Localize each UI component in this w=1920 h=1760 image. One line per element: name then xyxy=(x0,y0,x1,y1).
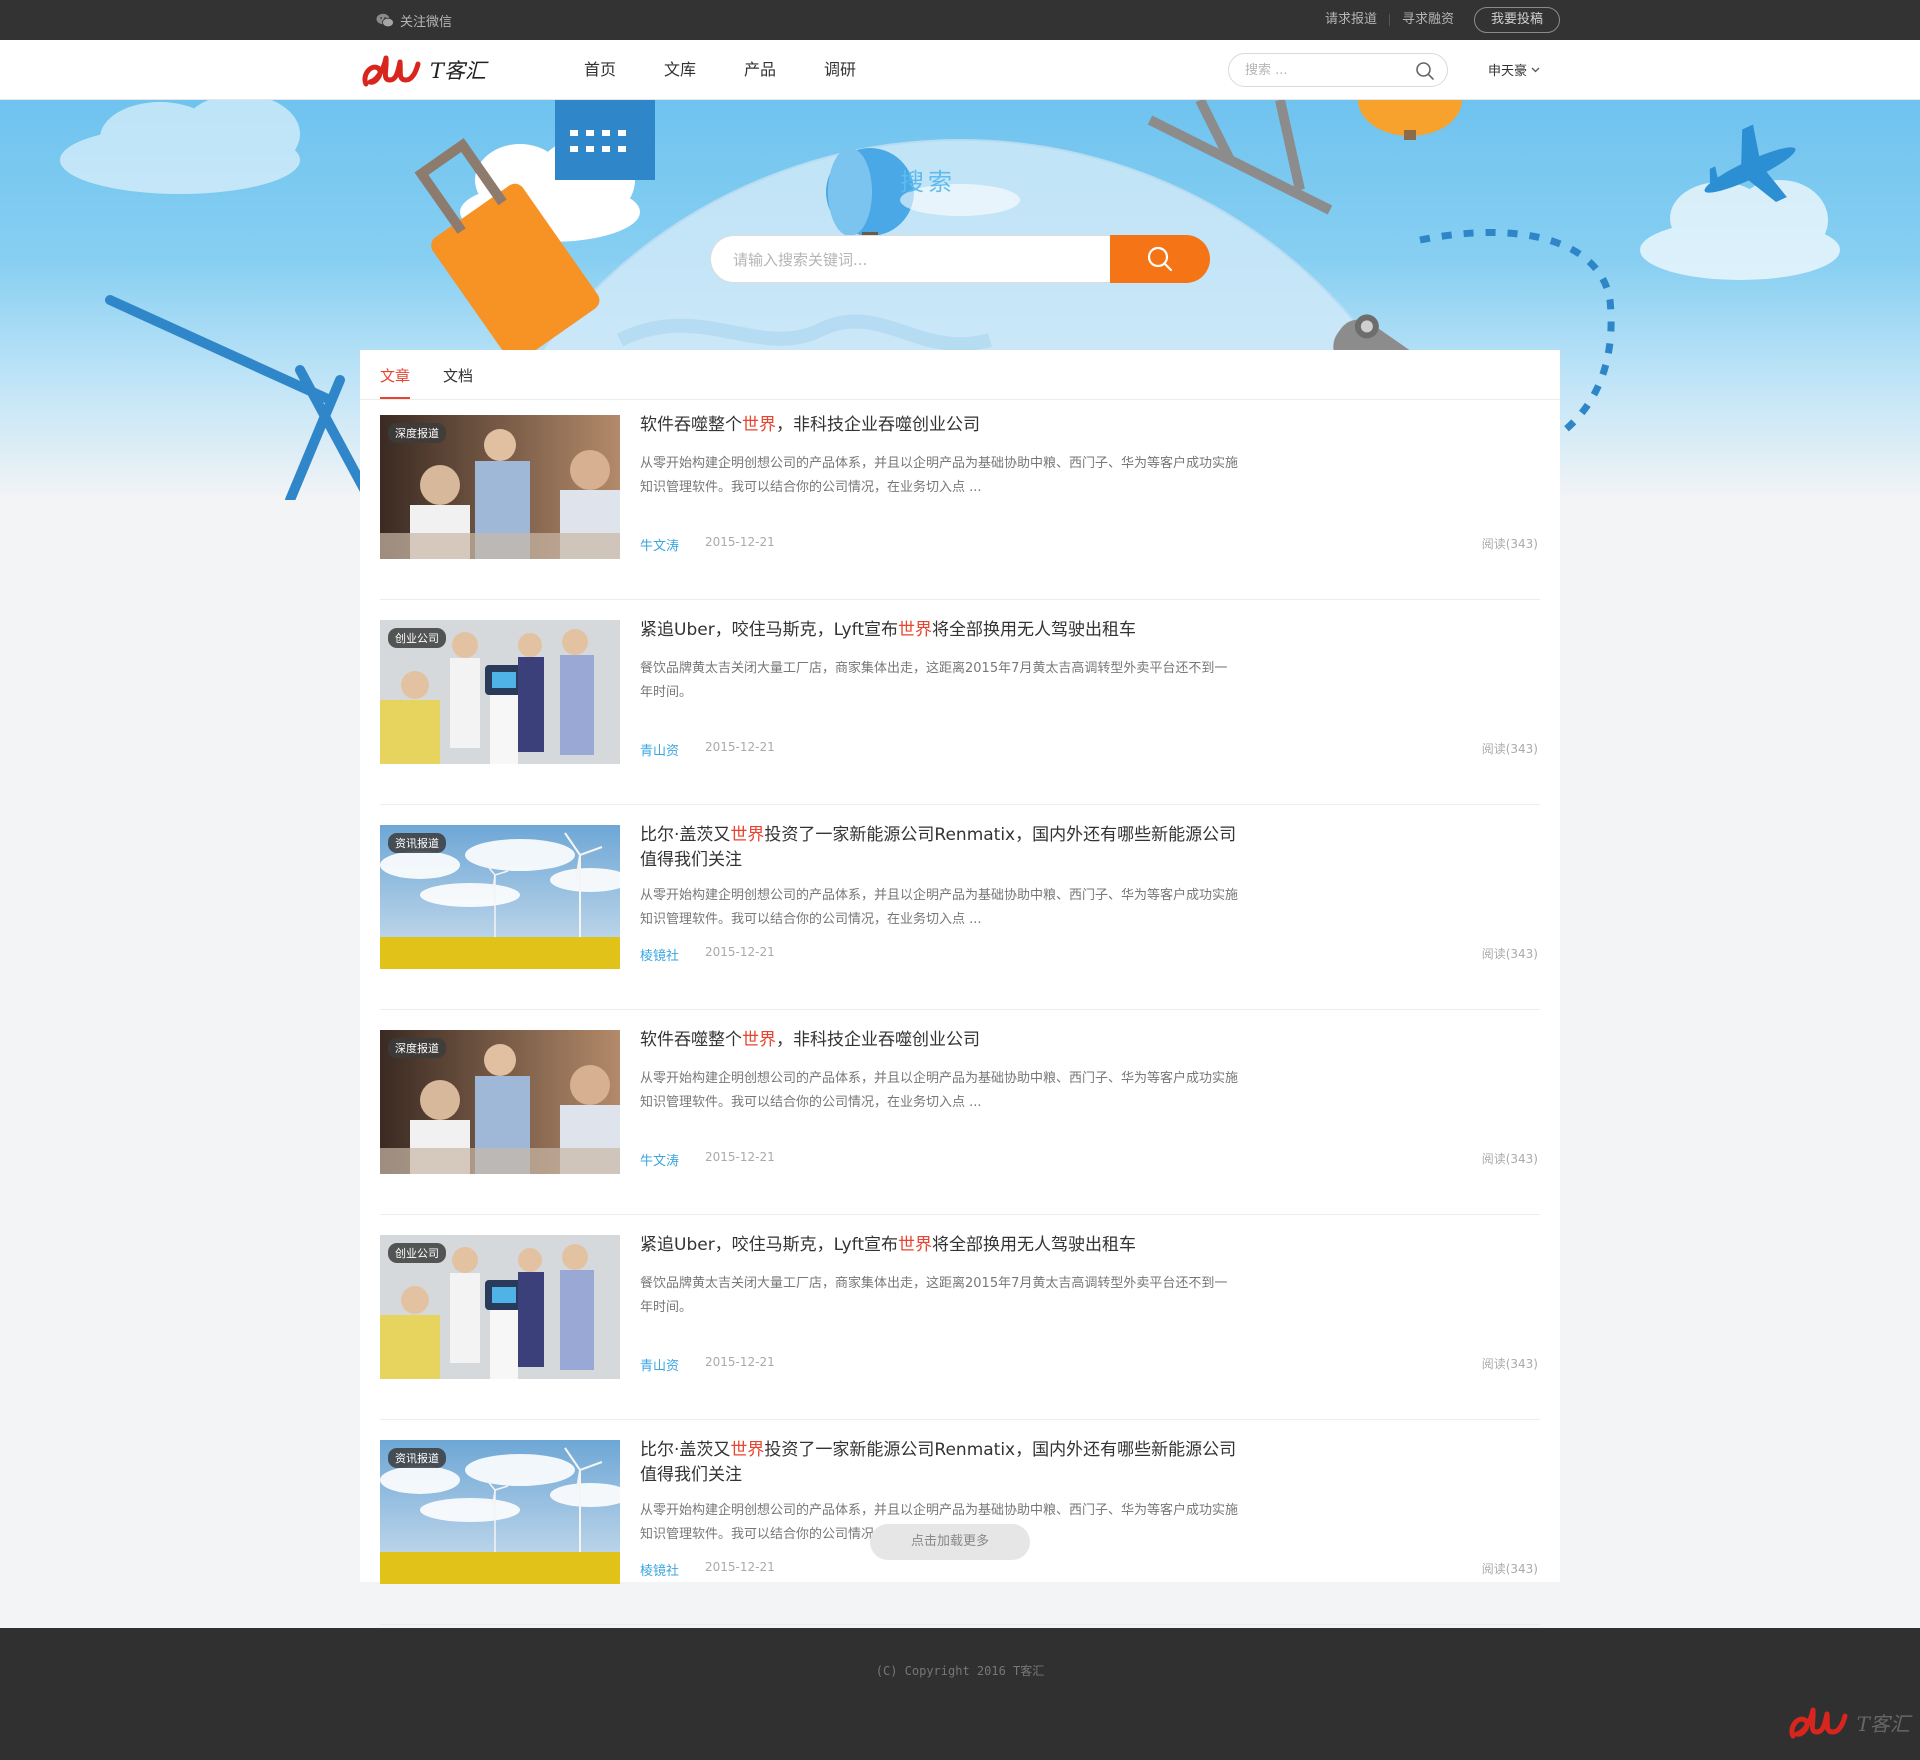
hero-search xyxy=(710,235,1210,283)
category-badge: 深度报道 xyxy=(388,423,446,443)
article-list: 深度报道 软件吞噬整个世界，非科技企业吞噬创业公司 从零开始构建企明创想公司的产… xyxy=(380,415,1540,1625)
hero-search-button[interactable] xyxy=(1110,235,1210,283)
article-summary: 餐饮品牌黄太吉关闭大量工厂店，商家集体出走，这距离2015年7月黄太吉高调转型外… xyxy=(640,661,1228,700)
article-title[interactable]: 比尔·盖茨又世界投资了一家新能源公司Renmatix，国内外还有哪些新能源公司值… xyxy=(640,1438,1240,1488)
logo-mark-icon xyxy=(362,55,421,87)
keyword-highlight: 世界 xyxy=(898,1235,933,1255)
category-badge: 资讯报道 xyxy=(388,833,446,853)
main-nav: T客汇 首页 文库 产品 调研 申天豪 xyxy=(0,40,1920,100)
keyword-highlight: 世界 xyxy=(742,1030,776,1050)
hero-title: 搜索 xyxy=(900,168,956,196)
footer: (C) Copyright 2016 T客汇 T客汇 xyxy=(0,1628,1920,1760)
site-logo[interactable]: T客汇 xyxy=(360,50,486,90)
seek-funding-link[interactable]: 寻求融资 xyxy=(1390,7,1466,33)
load-more-button[interactable]: 点击加载更多 xyxy=(870,1524,1030,1560)
nav-item-home[interactable]: 首页 xyxy=(560,40,640,100)
article-title[interactable]: 紧追Uber，咬住马斯克，Lyft宣布世界将全部换用无人驾驶出租车 xyxy=(640,1233,1240,1258)
read-count: 阅读(343) xyxy=(1481,1562,1538,1576)
article-thumbnail[interactable]: 创业公司 xyxy=(380,1235,620,1379)
article-summary: 从零开始构建企明创想公司的产品体系，并且以企明产品为基础协助中粮、西门子、华为等… xyxy=(640,456,1239,495)
request-coverage-link[interactable]: 请求报道 xyxy=(1313,7,1389,33)
article-author[interactable]: 青山资 xyxy=(640,1355,679,1374)
wechat-icon xyxy=(376,13,394,28)
nav-item-products[interactable]: 产品 xyxy=(720,40,800,100)
article-date: 2015-12-21 xyxy=(705,1150,775,1164)
footer-logo-text: T客汇 xyxy=(1856,1711,1910,1736)
copyright-text: (C) Copyright 2016 T客汇 xyxy=(875,1664,1045,1678)
article-author[interactable]: 棱镜社 xyxy=(640,945,679,964)
top-bar: 关注微信 请求报道 寻求融资 我要投稿 xyxy=(0,0,1920,40)
nav-items: 首页 文库 产品 调研 xyxy=(560,40,880,100)
wechat-label: 关注微信 xyxy=(400,15,453,30)
read-count: 阅读(343) xyxy=(1481,947,1538,961)
read-count: 阅读(343) xyxy=(1481,1357,1538,1371)
category-badge: 创业公司 xyxy=(388,628,446,648)
article-author[interactable]: 牛文涛 xyxy=(640,535,679,554)
category-badge: 深度报道 xyxy=(388,1038,446,1058)
article-date: 2015-12-21 xyxy=(705,740,775,754)
top-links: 请求报道 寻求融资 我要投稿 xyxy=(1313,7,1560,33)
article-thumbnail[interactable]: 资讯报道 xyxy=(380,1440,620,1584)
tab-documents[interactable]: 文档 xyxy=(443,365,473,386)
article-date: 2015-12-21 xyxy=(705,1560,775,1574)
article-thumbnail[interactable]: 资讯报道 xyxy=(380,825,620,969)
article-thumbnail[interactable]: 深度报道 xyxy=(380,415,620,559)
list-item[interactable]: 资讯报道 比尔·盖茨又世界投资了一家新能源公司Renmatix，国内外还有哪些新… xyxy=(380,825,1540,1010)
article-summary: 餐饮品牌黄太吉关闭大量工厂店，商家集体出走，这距离2015年7月黄太吉高调转型外… xyxy=(640,1276,1228,1315)
user-name: 申天豪 xyxy=(1487,64,1527,79)
read-count: 阅读(343) xyxy=(1481,1152,1538,1166)
article-date: 2015-12-21 xyxy=(705,1355,775,1369)
hero-search-input[interactable] xyxy=(733,250,1093,270)
footer-logo: T客汇 xyxy=(1787,1702,1910,1742)
nav-search-input[interactable] xyxy=(1245,61,1405,79)
chevron-down-icon xyxy=(1531,67,1540,72)
article-summary: 从零开始构建企明创想公司的产品体系，并且以企明产品为基础协助中粮、西门子、华为等… xyxy=(640,1071,1239,1110)
search-icon[interactable] xyxy=(1415,61,1435,81)
logo-text: T客汇 xyxy=(430,59,487,83)
keyword-highlight: 世界 xyxy=(730,825,765,845)
article-thumbnail[interactable]: 深度报道 xyxy=(380,1030,620,1174)
article-title[interactable]: 比尔·盖茨又世界投资了一家新能源公司Renmatix，国内外还有哪些新能源公司值… xyxy=(640,823,1240,873)
list-item[interactable]: 深度报道 软件吞噬整个世界，非科技企业吞噬创业公司 从零开始构建企明创想公司的产… xyxy=(380,415,1540,600)
nav-search-box xyxy=(1228,53,1448,87)
category-badge: 创业公司 xyxy=(388,1243,446,1263)
article-author[interactable]: 青山资 xyxy=(640,740,679,759)
user-menu[interactable]: 申天豪 xyxy=(1488,60,1540,79)
submit-article-button[interactable]: 我要投稿 xyxy=(1473,7,1560,33)
list-item[interactable]: 深度报道 软件吞噬整个世界，非科技企业吞噬创业公司 从零开始构建企明创想公司的产… xyxy=(380,1030,1540,1215)
keyword-highlight: 世界 xyxy=(898,620,933,640)
article-thumbnail[interactable]: 创业公司 xyxy=(380,620,620,764)
article-date: 2015-12-21 xyxy=(705,945,775,959)
article-summary: 从零开始构建企明创想公司的产品体系，并且以企明产品为基础协助中粮、西门子、华为等… xyxy=(640,888,1239,927)
article-title[interactable]: 软件吞噬整个世界，非科技企业吞噬创业公司 xyxy=(640,1028,1240,1053)
category-badge: 资讯报道 xyxy=(388,1448,446,1468)
read-count: 阅读(343) xyxy=(1481,537,1538,551)
article-author[interactable]: 棱镜社 xyxy=(640,1560,679,1579)
tab-articles[interactable]: 文章 xyxy=(380,365,410,386)
hero-search-field xyxy=(710,235,1110,283)
active-tab-indicator xyxy=(380,397,410,399)
read-count: 阅读(343) xyxy=(1481,742,1538,756)
article-title[interactable]: 软件吞噬整个世界，非科技企业吞噬创业公司 xyxy=(640,413,1240,438)
keyword-highlight: 世界 xyxy=(742,415,776,435)
article-date: 2015-12-21 xyxy=(705,535,775,549)
list-item[interactable]: 创业公司 紧追Uber，咬住马斯克，Lyft宣布世界将全部换用无人驾驶出租车 餐… xyxy=(380,620,1540,805)
nav-item-library[interactable]: 文库 xyxy=(640,40,720,100)
keyword-highlight: 世界 xyxy=(730,1440,765,1460)
nav-item-research[interactable]: 调研 xyxy=(800,40,880,100)
search-icon xyxy=(1147,246,1173,272)
article-author[interactable]: 牛文涛 xyxy=(640,1150,679,1169)
logo-mark-icon xyxy=(1789,1707,1848,1739)
results-panel: 文章 文档 深度报道 软件吞噬整个世界，非科技企业吞噬创业公司 从零开始构建企明… xyxy=(360,350,1560,1625)
article-title[interactable]: 紧追Uber，咬住马斯克，Lyft宣布世界将全部换用无人驾驶出租车 xyxy=(640,618,1240,643)
wechat-follow-link[interactable]: 关注微信 xyxy=(376,11,452,30)
result-tabs: 文章 文档 xyxy=(360,350,1560,400)
list-item[interactable]: 创业公司 紧追Uber，咬住马斯克，Lyft宣布世界将全部换用无人驾驶出租车 餐… xyxy=(380,1235,1540,1420)
